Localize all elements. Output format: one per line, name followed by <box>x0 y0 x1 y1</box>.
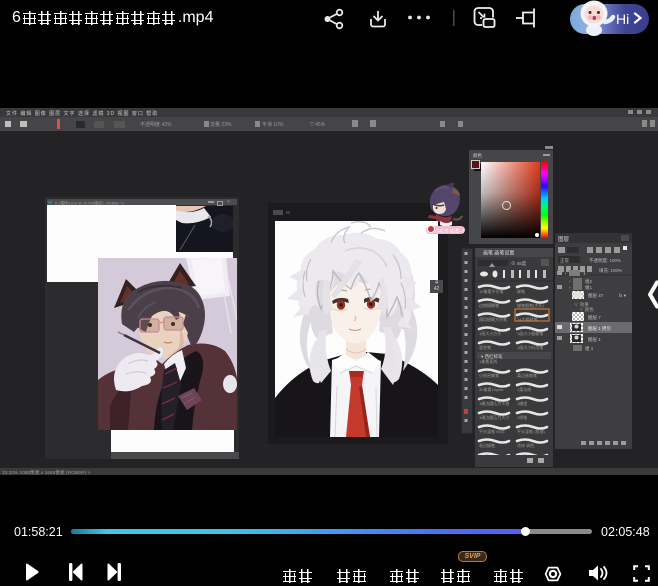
svg-text:›: › <box>565 271 567 276</box>
svg-text:不透明度: 100%: 不透明度: 100% <box>589 257 621 264</box>
svg-text:⛉ 45%: ⛉ 45% <box>310 122 326 128</box>
svg-text:1画大小好用笔: 1画大小好用笔 <box>517 344 543 350</box>
svg-text:1硬度: 1硬度 <box>517 400 527 406</box>
svg-text:1柔勾线: 1柔勾线 <box>517 386 531 392</box>
svg-text:平头湿笔 90判: 平头湿笔 90判 <box>479 428 505 434</box>
svg-text:边缘模糊笔: 边缘模糊笔 <box>479 302 499 308</box>
svg-text:图层 47: 图层 47 <box>588 293 604 299</box>
svg-text:1硬边圆压力大小: 1硬边圆压力大小 <box>479 414 509 420</box>
svg-text:组2: 组2 <box>585 278 592 284</box>
svg-text:正常: 正常 <box>560 257 569 264</box>
svg-text:fx ▾: fx ▾ <box>619 293 627 298</box>
svg-text:组 1: 组 1 <box>585 345 594 351</box>
svg-text:图层 1: 图层 1 <box>588 337 601 343</box>
svg-text:流量 23%: 流量 23% <box>210 121 232 128</box>
svg-text:19像素平头笔: 19像素平头笔 <box>479 288 503 294</box>
svg-text:图层: 图层 <box>558 235 570 243</box>
svg-text:涂抹 调色: 涂抹 调色 <box>517 442 534 448</box>
svg-text:▾ 西红柿笔: ▾ 西红柿笔 <box>481 353 503 360</box>
svg-text:1: 1 <box>583 271 586 276</box>
svg-text:小绒密集笔: 小绒密集笔 <box>479 372 499 378</box>
svg-text:30像素19year: 30像素19year <box>479 386 504 392</box>
svg-text:1喷枪: 1喷枪 <box>517 414 527 420</box>
svg-text:通用模糊方头笔: 通用模糊方头笔 <box>479 316 507 322</box>
svg-text:蜡笔细笔(大头): 蜡笔细笔(大头) <box>517 302 544 308</box>
svg-text:平滑 10%: 平滑 10% <box>262 121 284 128</box>
svg-text:平头湿笔 (纹理): 平头湿笔 (纹理) <box>517 428 545 434</box>
svg-text:∨ 颜色: ∨ 颜色 <box>579 306 594 313</box>
svg-text:1画大小粗糙笔: 1画大小粗糙笔 <box>517 330 543 336</box>
svg-text:⊘ 45度: ⊘ 45度 <box>511 260 527 267</box>
svg-text:混合笔: 混合笔 <box>479 344 491 350</box>
svg-text:碳笔: 碳笔 <box>517 288 525 294</box>
svg-text:画笔 画笔设置: 画笔 画笔设置 <box>483 250 514 257</box>
svg-text:1硬边圆压力不透: 1硬边圆压力不透 <box>479 400 509 406</box>
svg-text:柔边画笔笔: 柔边画笔笔 <box>517 372 537 378</box>
svg-text:图层 1 拷贝: 图层 1 拷贝 <box>588 325 612 332</box>
svg-text:›: › <box>569 285 571 290</box>
svg-text:图层 7: 图层 7 <box>588 315 601 321</box>
svg-text:1画大小方头: 1画大小方头 <box>479 330 501 336</box>
svg-text:组1: 组1 <box>585 284 592 290</box>
svg-text:›: › <box>569 279 571 284</box>
svg-text:毛边蜡笔: 毛边蜡笔 <box>479 442 495 448</box>
svg-text:不透明度 43%: 不透明度 43% <box>140 121 172 128</box>
